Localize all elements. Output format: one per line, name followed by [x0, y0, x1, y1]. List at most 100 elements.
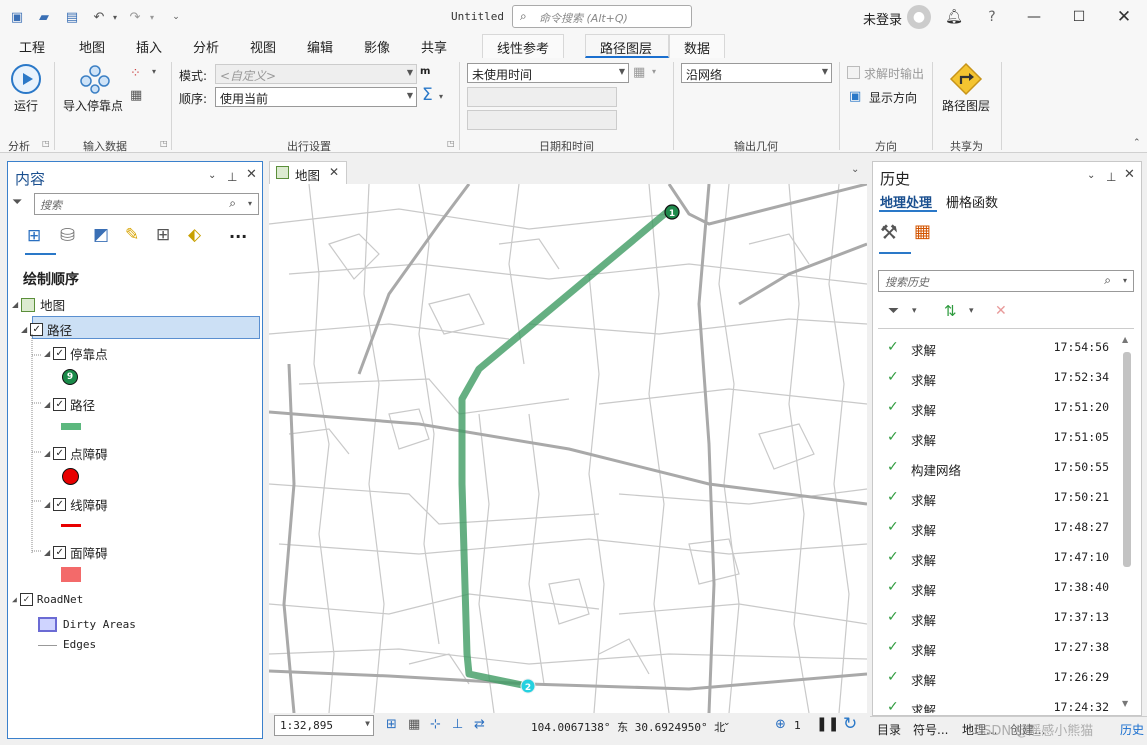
list-by-snapping-icon[interactable]: ⊞ [156, 225, 170, 245]
history-row[interactable]: ✓ 求解 17:51:05 [873, 423, 1109, 453]
scroll-up-icon[interactable]: ▲ [1122, 335, 1128, 344]
tab-share[interactable]: 共享 [421, 37, 447, 56]
selected-features-icon[interactable]: ⊕ [775, 717, 786, 732]
attribute-edit-icon[interactable]: ▦ [130, 88, 142, 103]
add-point-icon[interactable]: ⁘ [130, 66, 141, 81]
tab-analysis[interactable]: 分析 [193, 37, 219, 56]
filter-dropdown-icon[interactable]: ▾ [912, 306, 917, 316]
close-tab-icon[interactable]: ✕ [329, 165, 339, 179]
list-by-selection-icon[interactable]: ◩ [93, 225, 109, 245]
collapse-ribbon-icon[interactable]: ⌃ [1133, 138, 1141, 148]
minimize-button[interactable]: — [1023, 6, 1045, 28]
maximize-button[interactable]: ☐ [1068, 6, 1090, 28]
grid-icon[interactable]: ▦ [408, 717, 420, 732]
directions-icon[interactable]: ▣ [849, 89, 861, 104]
tree-point-barriers-layer[interactable]: ◢ ✓ 点障碍 [44, 444, 108, 463]
tab-edit[interactable]: 编辑 [307, 37, 333, 56]
tab-symbology[interactable]: 符号... [913, 721, 948, 738]
point-barriers-checkbox[interactable]: ✓ [53, 447, 67, 460]
new-project-icon[interactable]: ▣ [8, 8, 26, 26]
history-row[interactable]: ✓ 求解 17:26:29 [873, 663, 1109, 693]
tab-linear-referencing[interactable]: 线性参考 [482, 34, 564, 58]
scale-select[interactable]: 1:32,895 ▼ [274, 715, 374, 736]
navigation-icon[interactable]: ⇄ [474, 717, 485, 732]
tab-view[interactable]: 视图 [250, 37, 276, 56]
pane-options-icon[interactable]: ⌄ [1087, 170, 1095, 181]
stop-1[interactable]: 1 [664, 204, 680, 220]
close-button[interactable]: ✕ [1113, 6, 1135, 28]
roadnet-checkbox[interactable]: ✓ [19, 593, 33, 606]
history-row[interactable]: ✓ 求解 17:54:56 [873, 333, 1109, 363]
history-row[interactable]: ✓ 求解 17:38:40 [873, 573, 1109, 603]
time-select[interactable]: 未使用时间 ▼ [467, 63, 629, 83]
routes-checkbox[interactable]: ✓ [53, 398, 67, 411]
dialog-launcher-icon[interactable]: ◳ [42, 139, 50, 148]
calendar-dropdown-icon[interactable]: ▾ [652, 67, 656, 76]
more-options-icon[interactable]: ··· [229, 227, 247, 246]
avatar[interactable]: ● [907, 5, 931, 29]
snapping-icon[interactable]: ⊹ [430, 717, 441, 732]
tab-raster-functions[interactable]: 栅格函数 [946, 192, 998, 211]
tab-project[interactable]: 工程 [19, 37, 45, 56]
command-search-input[interactable]: ⌕ 命令搜索 (Alt+Q) [512, 5, 692, 28]
redo-icon[interactable]: ↷ [126, 8, 144, 26]
constraint-icon[interactable]: ⊥ [452, 717, 463, 732]
history-row[interactable]: ✓ 求解 17:24:32 [873, 693, 1109, 713]
run-button-label[interactable]: 运行 [14, 97, 38, 114]
history-row[interactable]: ✓ 构建网络 17:50:55 [873, 453, 1109, 483]
map-canvas[interactable]: 1 2 [269, 184, 867, 713]
pin-icon[interactable]: ⊥ [1106, 170, 1116, 184]
history-search-input[interactable]: 搜索历史 ⌕ ▾ [878, 270, 1134, 292]
tree-line-barriers-layer[interactable]: ◢ ✓ 线障碍 [44, 495, 108, 514]
collapse-icon[interactable]: ◢ [44, 400, 50, 409]
route-layer-icon[interactable] [949, 62, 983, 96]
list-by-labeling-icon[interactable]: ⬖ [188, 225, 201, 245]
history-row[interactable]: ✓ 求解 17:50:21 [873, 483, 1109, 513]
sigma-icon[interactable]: Σ [422, 85, 433, 105]
tab-insert[interactable]: 插入 [136, 37, 162, 56]
sign-in-status[interactable]: 未登录 [863, 9, 902, 28]
tree-polygon-barriers-layer[interactable]: ◢ ✓ 面障碍 [44, 543, 108, 562]
collapse-icon[interactable]: ◢ [44, 349, 50, 358]
pause-drawing-icon[interactable]: ❚❚ [816, 716, 839, 732]
order-select[interactable]: 使用当前 ▼ [215, 87, 417, 107]
fixed-zoom-icon[interactable]: ⊞ [386, 717, 397, 732]
history-row[interactable]: ✓ 求解 17:51:20 [873, 393, 1109, 423]
customize-toolbar-icon[interactable]: ⌄ [167, 8, 185, 26]
polygon-barriers-checkbox[interactable]: ✓ [53, 546, 67, 559]
pane-options-icon[interactable]: ⌄ [208, 170, 216, 181]
collapse-icon[interactable]: ◢ [44, 548, 50, 557]
import-stops-label[interactable]: 导入停靠点 [63, 97, 123, 114]
tree-roadnet[interactable]: ◢ ✓ RoadNet [12, 593, 83, 606]
sort-icon[interactable]: ⇅ [944, 302, 957, 320]
import-stops-icon[interactable] [78, 63, 112, 95]
pin-icon[interactable]: ⊥ [227, 170, 237, 184]
close-pane-icon[interactable]: ✕ [1124, 167, 1135, 182]
collapse-icon[interactable]: ◢ [12, 595, 17, 604]
history-icon[interactable]: ⚒ [880, 220, 898, 244]
tab-history[interactable]: 历史 [1120, 721, 1144, 738]
dialog-launcher-icon[interactable]: ◳ [160, 139, 168, 148]
add-point-dropdown-icon[interactable]: ▾ [152, 67, 156, 76]
help-icon[interactable]: ? [981, 6, 1003, 28]
refresh-icon[interactable]: ↻ [843, 714, 857, 734]
tab-catalog[interactable]: 目录 [877, 721, 901, 738]
scrollbar-thumb[interactable] [1123, 352, 1131, 567]
history-row[interactable]: ✓ 求解 17:52:34 [873, 363, 1109, 393]
sort-dropdown-icon[interactable]: ▾ [969, 306, 974, 316]
output-geometry-select[interactable]: 沿网络 ▼ [681, 63, 832, 83]
tab-map[interactable]: 地图 [79, 37, 105, 56]
undo-dropdown-icon[interactable]: ▾ [106, 8, 124, 26]
open-folder-icon[interactable]: ▰ [35, 8, 53, 26]
tree-routes-layer[interactable]: ◢ ✓ 路径 [44, 395, 95, 414]
collapse-icon[interactable]: ◢ [44, 500, 50, 509]
list-by-editing-icon[interactable]: ✎ [125, 225, 139, 245]
filter-icon[interactable]: ⏷ [888, 303, 899, 319]
line-barriers-checkbox[interactable]: ✓ [53, 498, 67, 511]
tab-imagery[interactable]: 影像 [364, 37, 390, 56]
sigma-dropdown-icon[interactable]: ▾ [439, 92, 443, 101]
redo-dropdown-icon[interactable]: ▾ [143, 8, 161, 26]
history-row[interactable]: ✓ 求解 17:27:38 [873, 633, 1109, 663]
tab-geoprocessing[interactable]: 地理处理 [880, 192, 932, 211]
calendar-icon[interactable]: ▦ [633, 65, 645, 80]
